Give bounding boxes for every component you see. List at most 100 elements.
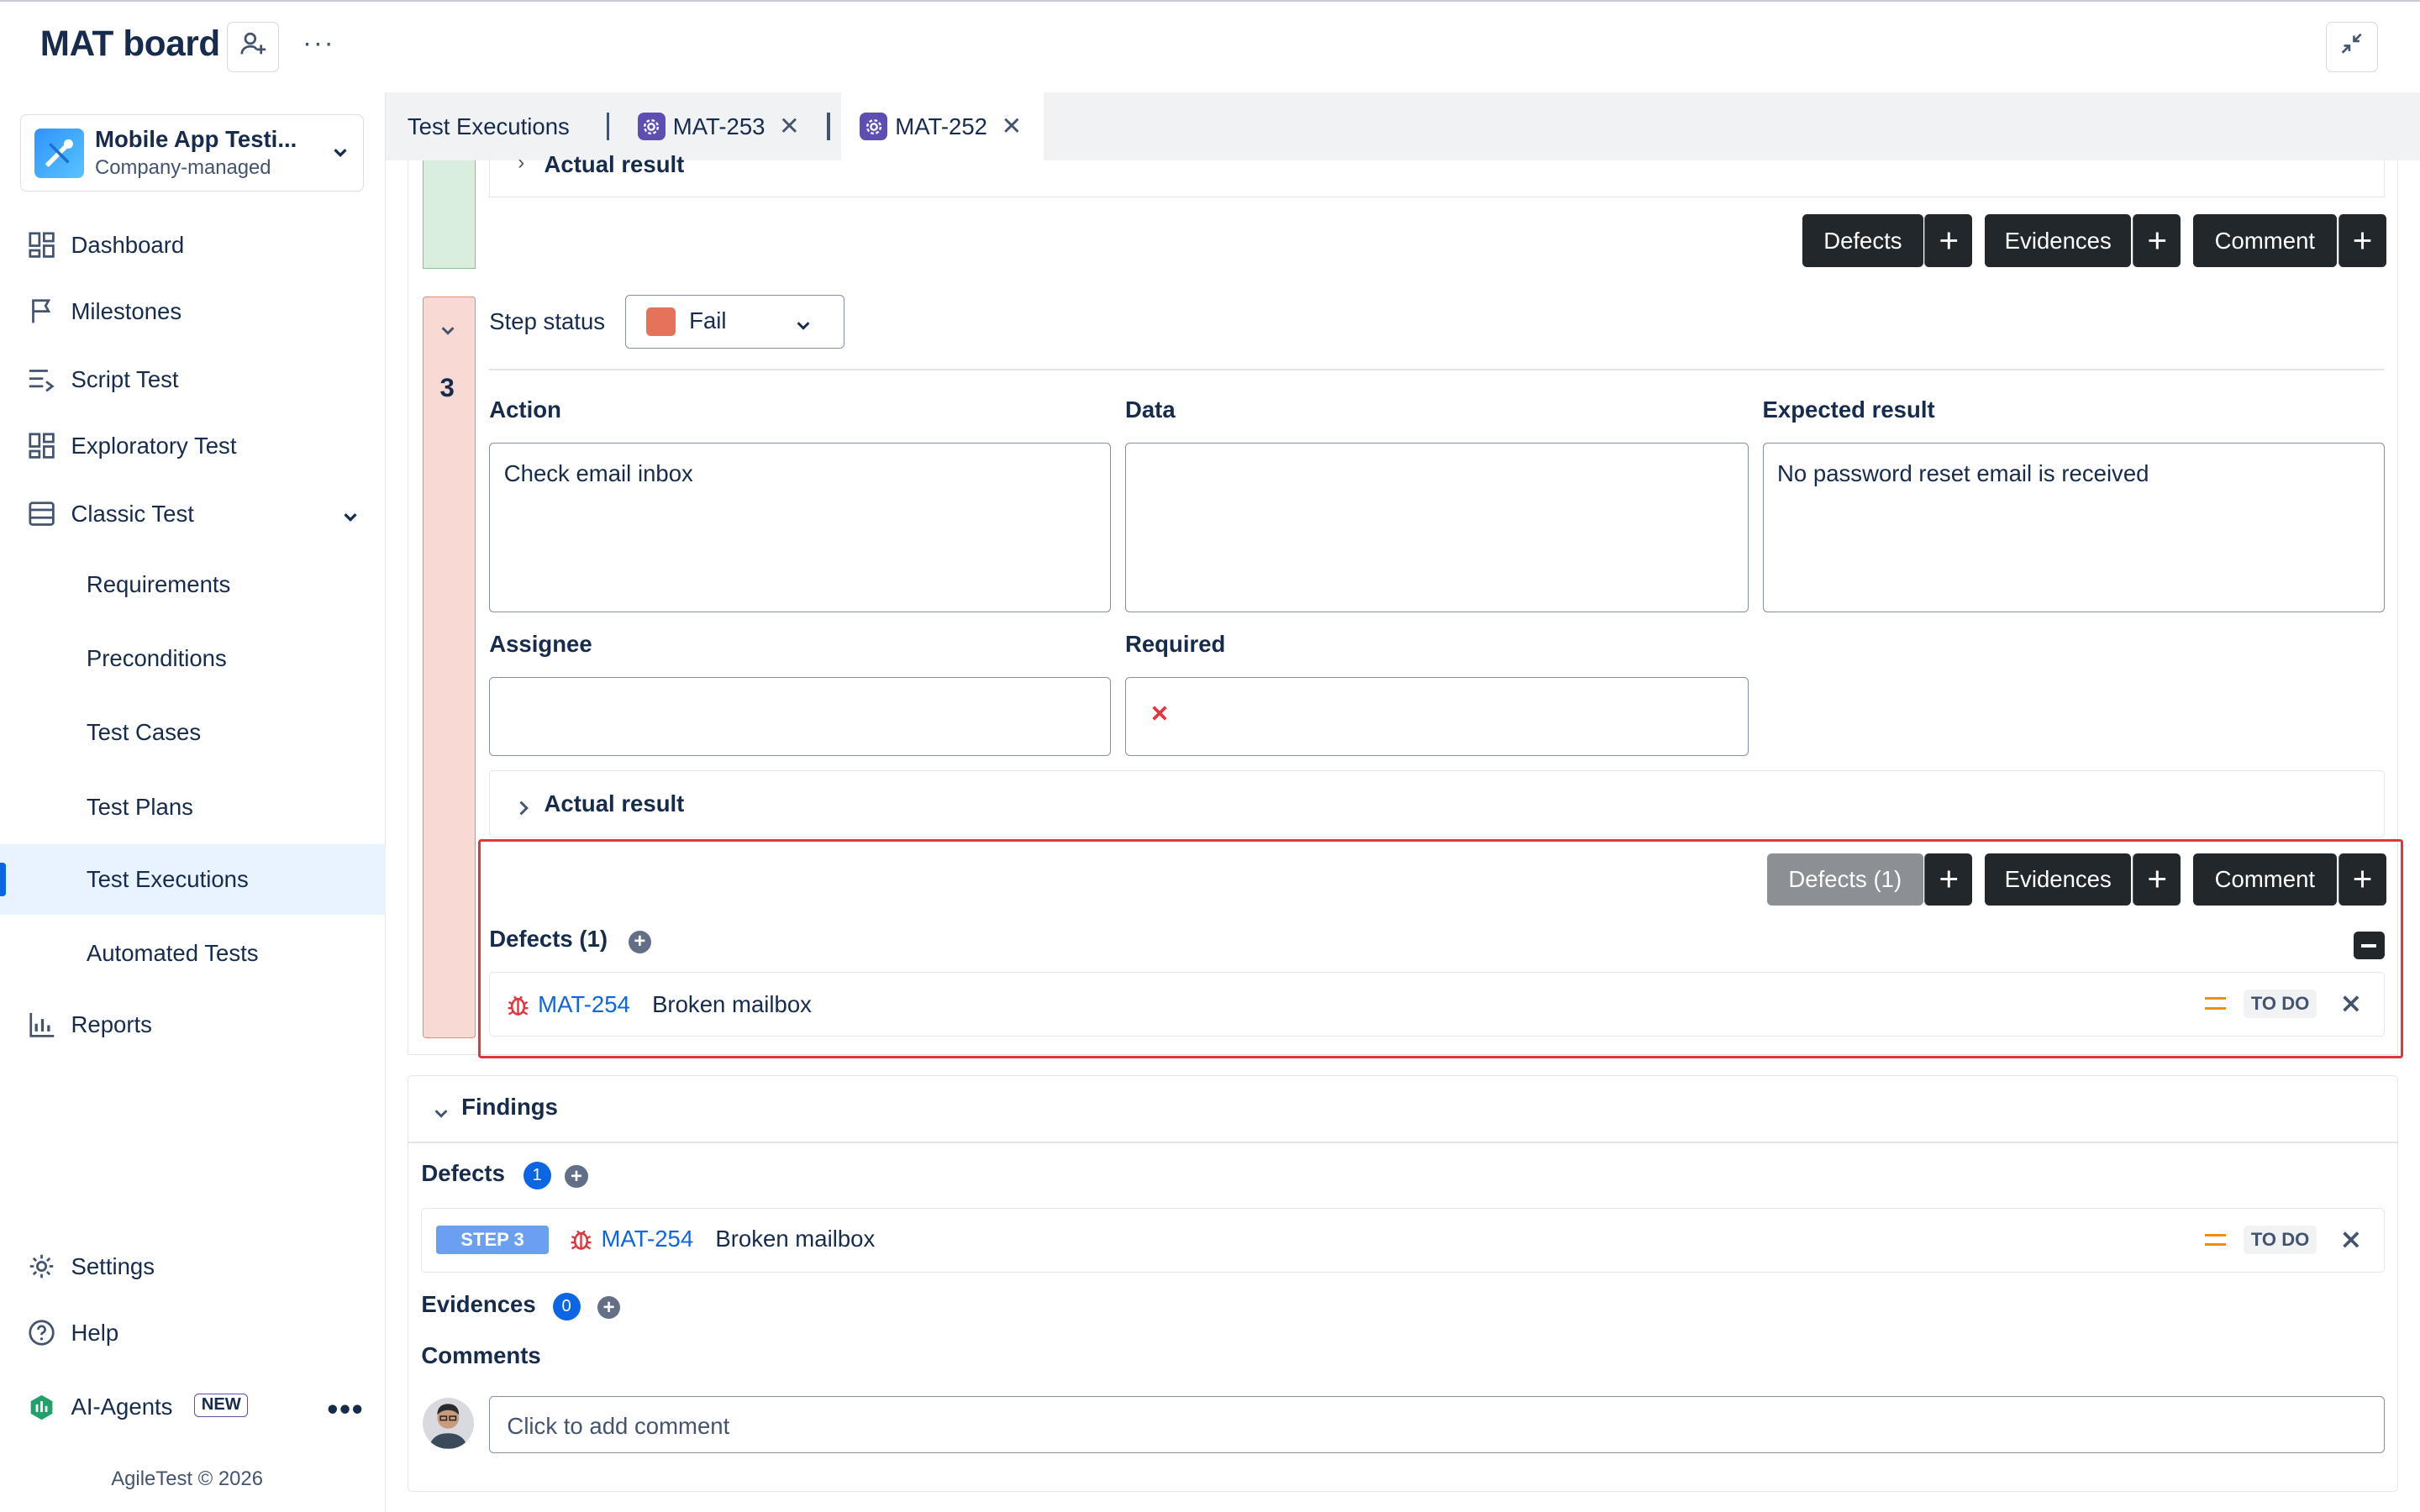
comment-button[interactable]: Comment [2192,853,2337,906]
close-icon[interactable]: ✕ [779,112,800,141]
sidebar-item-reports[interactable]: Reports [0,994,386,1055]
defects-button[interactable]: Defects (1) [1767,853,1923,906]
priority-medium-icon [2204,997,2227,1011]
action-field[interactable]: Check email inbox [489,443,1112,613]
add-circle-icon[interactable]: + [628,930,652,954]
add-people-button[interactable] [226,21,280,73]
collapse-defects-button[interactable] [2353,932,2385,960]
status-value: Fail [689,307,727,334]
project-type: Company-managed [95,156,271,180]
more-options-icon[interactable]: ••• [327,1392,364,1427]
comment-button[interactable]: Comment [2192,214,2337,267]
plus-icon: + [2147,859,2168,899]
gear-icon [28,1252,55,1280]
issue-key-link[interactable]: MAT-254 [601,1226,693,1252]
plus-icon: + [2352,859,2373,899]
sidebar-item-label: Classic Test [71,500,194,527]
cross-icon [1150,701,1169,728]
defect-row[interactable]: MAT-254 Broken mailbox TO DO [489,972,2385,1037]
findings-defects-label: Defects [421,1160,505,1187]
chevron-down-icon [439,318,457,345]
project-name: Mobile App Testi... [95,125,297,152]
add-defect-button[interactable]: + [1924,214,1973,267]
remove-icon[interactable] [2340,993,2362,1021]
tab-test-executions[interactable]: Test Executions [408,92,570,160]
step-badge: STEP 3 [435,1226,550,1254]
expected-result-field[interactable]: No password reset email is received [1762,443,2385,613]
tab-mat-252[interactable]: MAT-252 ✕ [841,92,1044,160]
board-title: MAT board [39,23,220,63]
more-actions-button[interactable]: ··· [302,28,335,60]
sidebar-item-requirements[interactable]: Requirements [0,549,386,620]
actual-result-section-prev[interactable]: › Actual result [489,151,2385,198]
actual-result-section[interactable]: Actual result [489,769,2385,838]
sidebar-item-ai-agents[interactable]: AI-Agents NEW ••• [0,1376,386,1437]
close-icon[interactable]: ✕ [1001,112,1022,141]
script-list-icon [28,365,55,393]
status-badge: TO DO [2243,990,2317,1018]
collapse-arrows-icon [2339,31,2364,62]
help-icon [28,1319,55,1347]
comment-input[interactable]: Click to add comment [489,1396,2385,1454]
findings-defect-row[interactable]: STEP 3 MAT-254 Broken mailbox TO DO [421,1208,2385,1273]
sidebar-item-script-test[interactable]: Script Test [0,349,386,410]
tab-mat-253[interactable]: MAT-253 ✕ [637,92,800,160]
defects-section-title: Defects (1) [489,926,608,953]
issue-key-link[interactable]: MAT-254 [538,991,630,1018]
new-badge: NEW [194,1393,249,1418]
sidebar-item-milestones[interactable]: Milestones [0,281,386,342]
sidebar-item-automated-tests[interactable]: Automated Tests [0,918,386,989]
sidebar-item-test-plans[interactable]: Test Plans [0,771,386,842]
sidebar-item-label: Dashboard [71,232,185,259]
minus-icon [2361,944,2377,948]
chevron-down-icon [794,312,813,341]
add-evidence-button[interactable]: + [2133,853,2181,906]
divider [407,1142,2399,1143]
sidebar-item-classic-test[interactable]: Classic Test [0,483,386,544]
findings-title: Findings [461,1094,558,1121]
project-switcher[interactable]: Mobile App Testi... Company-managed [19,113,365,192]
assignee-field[interactable] [489,677,1112,756]
chevron-right-icon: › [518,151,525,174]
bug-icon [504,991,532,1026]
actual-result-label: Actual result [544,790,685,817]
sidebar-item-test-executions[interactable]: Test Executions [0,843,387,916]
sidebar-item-help[interactable]: Help [0,1302,386,1363]
sidebar-item-test-cases[interactable]: Test Cases [0,697,386,768]
data-label: Data [1124,396,1176,423]
chevron-down-icon[interactable] [432,1100,450,1129]
issue-summary: Broken mailbox [715,1226,876,1252]
add-defect-button[interactable]: + [1924,853,1973,906]
collapse-button[interactable] [2325,21,2379,73]
add-circle-icon[interactable]: + [565,1164,588,1189]
sidebar-item-dashboard[interactable]: Dashboard [0,214,386,276]
data-field[interactable] [1124,443,1749,613]
tab-divider [827,113,831,141]
add-comment-button[interactable]: + [2338,214,2386,267]
sidebar-item-exploratory-test[interactable]: Exploratory Test [0,415,386,476]
sidebar-item-settings[interactable]: Settings [0,1236,386,1297]
evidences-button[interactable]: Evidences [1984,853,2132,906]
action-label: Action [489,396,561,423]
footer-copyright: AgileTest © 2026 [111,1467,263,1490]
defects-count-badge: 1 [523,1162,551,1190]
collapse-step-button[interactable] [439,318,457,346]
actual-result-label: Actual result [544,151,685,177]
plus-icon: + [1939,221,1960,260]
comments-label: Comments [421,1341,541,1368]
bar-chart-icon [28,1011,55,1038]
add-evidence-button[interactable]: + [2133,214,2181,267]
tab-label: Test Executions [407,113,570,139]
remove-icon[interactable] [2340,1229,2362,1257]
step-status-select[interactable]: Fail [624,294,844,349]
add-comment-button[interactable]: + [2338,853,2386,906]
tab-label: MAT-252 [895,113,987,139]
defects-button[interactable]: Defects [1802,214,1923,267]
sidebar-item-label: Reports [71,1011,152,1037]
table-icon [28,500,55,528]
ai-agent-icon [28,1394,55,1421]
sidebar-item-label: Help [71,1319,119,1346]
sidebar-item-preconditions[interactable]: Preconditions [0,623,386,694]
required-field[interactable] [1124,677,1749,756]
evidences-button[interactable]: Evidences [1984,214,2132,267]
